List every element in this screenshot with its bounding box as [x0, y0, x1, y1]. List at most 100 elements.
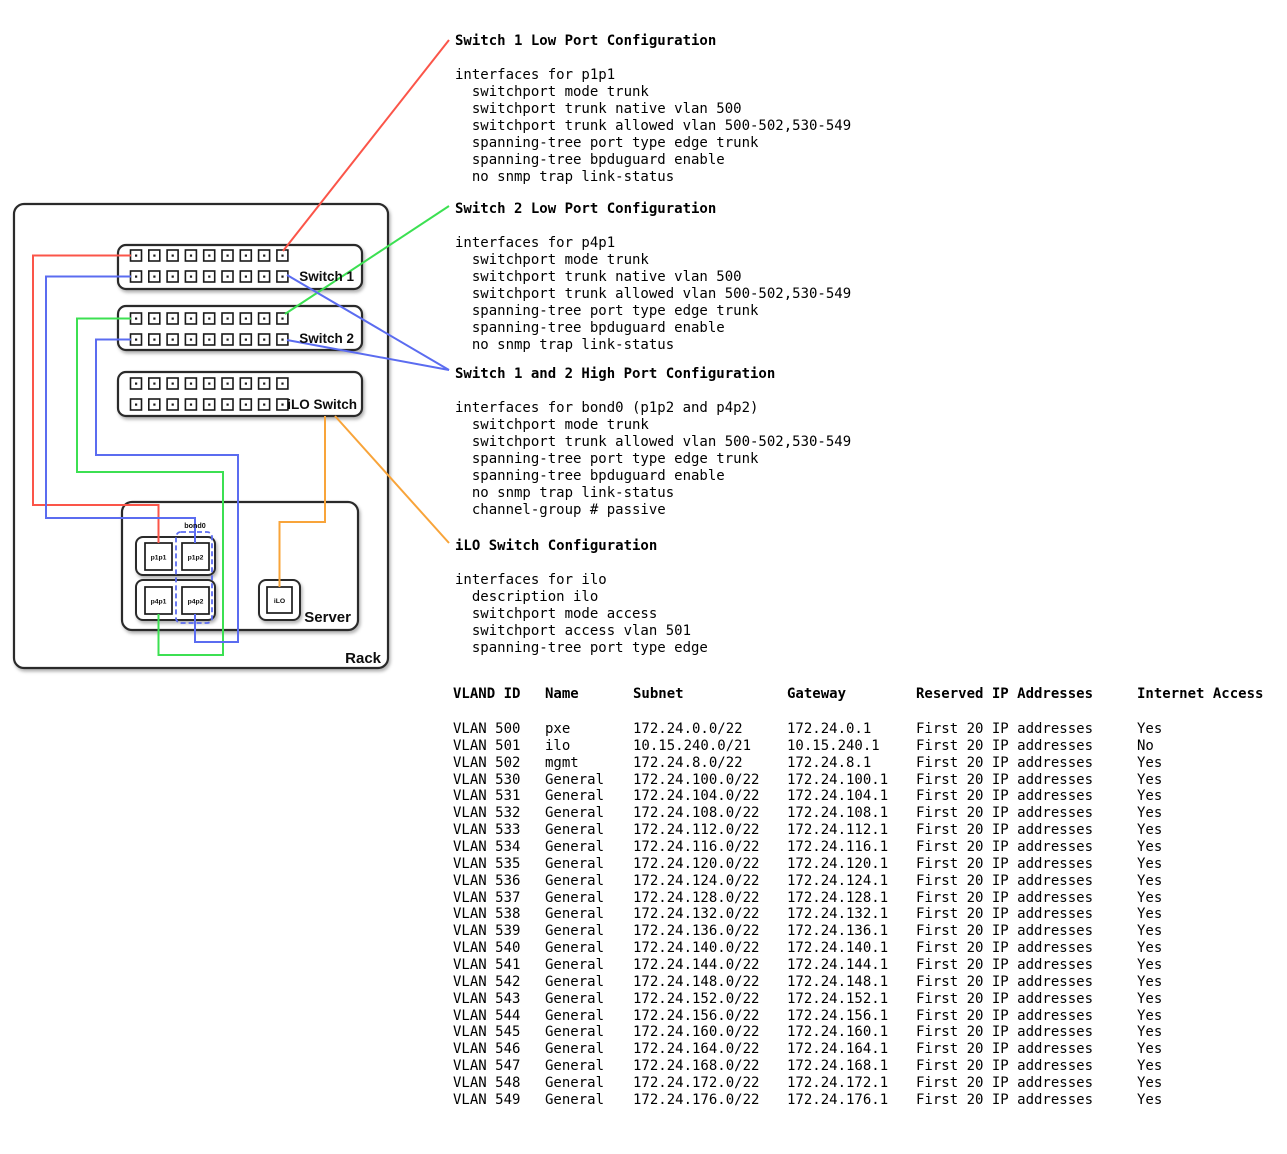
switch-port-dot [172, 255, 174, 257]
column-header: Internet Access [1137, 686, 1263, 703]
table-cell: VLAN 531 [453, 788, 545, 805]
config-lines: interfaces for ilo description ilo switc… [455, 572, 708, 657]
switch-port-dot [245, 339, 247, 341]
table-cell: VLAN 544 [453, 1008, 545, 1025]
table-cell: 172.24.0.0/22 [633, 721, 787, 738]
table-cell: 172.24.0.1 [787, 721, 916, 738]
switch-port-dot [190, 383, 192, 385]
switch-port-dot [135, 276, 137, 278]
table-cell: First 20 IP addresses [916, 755, 1137, 772]
switch-port-dot [190, 318, 192, 320]
table-cell: Yes [1137, 755, 1263, 772]
port-p1p2-label: p1p2 [188, 555, 204, 562]
switch-port-dot [227, 383, 229, 385]
switch-port-dot [263, 276, 265, 278]
config-title: Switch 2 Low Port Configuration [455, 201, 851, 218]
table-cell: VLAN 533 [453, 822, 545, 839]
table-cell: First 20 IP addresses [916, 805, 1137, 822]
table-cell: VLAN 532 [453, 805, 545, 822]
table-cell: General [545, 873, 633, 890]
table-row: VLAN 542General172.24.148.0/22172.24.148… [453, 974, 1263, 991]
table-cell: General [545, 940, 633, 957]
table-cell: First 20 IP addresses [916, 1008, 1137, 1025]
switch-port-dot [245, 383, 247, 385]
table-cell: 172.24.124.0/22 [633, 873, 787, 890]
switch-port-dot [245, 404, 247, 406]
table-row: VLAN 537General172.24.128.0/22172.24.128… [453, 890, 1263, 907]
table-cell: 172.24.112.1 [787, 822, 916, 839]
table-cell: Yes [1137, 923, 1263, 940]
switch-port-dot [172, 339, 174, 341]
config-block-switch1-low: Switch 1 Low Port Configuration interfac… [455, 33, 851, 186]
table-cell: No [1137, 738, 1263, 755]
table-cell: VLAN 548 [453, 1075, 545, 1092]
switch1-label: Switch 1 [299, 269, 354, 284]
table-row: VLAN 540General172.24.140.0/22172.24.140… [453, 940, 1263, 957]
table-row: VLAN 544General172.24.156.0/22172.24.156… [453, 1008, 1263, 1025]
table-cell: First 20 IP addresses [916, 1075, 1137, 1092]
table-cell: VLAN 535 [453, 856, 545, 873]
table-cell: 172.24.160.1 [787, 1024, 916, 1041]
table-row: VLAN 543General172.24.152.0/22172.24.152… [453, 991, 1263, 1008]
table-cell: First 20 IP addresses [916, 1024, 1137, 1041]
table-cell: VLAN 534 [453, 839, 545, 856]
column-header: Gateway [787, 686, 916, 703]
switch-port-dot [153, 339, 155, 341]
switch-port-dot [245, 318, 247, 320]
switch-port-dot [135, 383, 137, 385]
table-cell: 172.24.176.0/22 [633, 1092, 787, 1109]
table-cell: VLAN 541 [453, 957, 545, 974]
table-cell: 172.24.128.0/22 [633, 890, 787, 907]
switch-port-dot [227, 339, 229, 341]
table-cell: 172.24.148.1 [787, 974, 916, 991]
table-cell: VLAN 536 [453, 873, 545, 890]
table-cell: 172.24.156.1 [787, 1008, 916, 1025]
rack-label: Rack [345, 650, 382, 667]
config-block-high-port: Switch 1 and 2 High Port Configuration i… [455, 366, 851, 519]
table-cell: First 20 IP addresses [916, 721, 1137, 738]
table-cell: Yes [1137, 805, 1263, 822]
switch-port-dot [190, 339, 192, 341]
table-cell: General [545, 1092, 633, 1109]
table-cell: 172.24.120.1 [787, 856, 916, 873]
switch-port-dot [263, 339, 265, 341]
table-cell: First 20 IP addresses [916, 839, 1137, 856]
table-cell: 172.24.108.0/22 [633, 805, 787, 822]
table-cell: General [545, 772, 633, 789]
table-cell: VLAN 500 [453, 721, 545, 738]
table-cell: Yes [1137, 1058, 1263, 1075]
table-cell: 172.24.8.0/22 [633, 755, 787, 772]
table-cell: VLAN 537 [453, 890, 545, 907]
table-row: VLAN 533General172.24.112.0/22172.24.112… [453, 822, 1263, 839]
table-cell: First 20 IP addresses [916, 974, 1137, 991]
table-row: VLAN 549General172.24.176.0/22172.24.176… [453, 1092, 1263, 1109]
table-cell: VLAN 539 [453, 923, 545, 940]
table-cell: Yes [1137, 906, 1263, 923]
table-cell: 172.24.160.0/22 [633, 1024, 787, 1041]
network-doc-canvas: Switch 1 Switch 2 iLO Switch Server Rack… [0, 0, 1287, 1154]
config-title: iLO Switch Configuration [455, 538, 708, 555]
table-cell: Yes [1137, 839, 1263, 856]
table-cell: Yes [1137, 856, 1263, 873]
switch-port-dot [190, 276, 192, 278]
table-cell: Yes [1137, 1008, 1263, 1025]
table-cell: First 20 IP addresses [916, 856, 1137, 873]
table-cell: Yes [1137, 1092, 1263, 1109]
table-cell: 172.24.8.1 [787, 755, 916, 772]
table-cell: General [545, 890, 633, 907]
switch-port-dot [208, 404, 210, 406]
table-cell: First 20 IP addresses [916, 1092, 1137, 1109]
switch-port-dot [135, 404, 137, 406]
table-row: VLAN 541General172.24.144.0/22172.24.144… [453, 957, 1263, 974]
switch-port-dot [208, 339, 210, 341]
table-cell: 172.24.148.0/22 [633, 974, 787, 991]
table-cell: First 20 IP addresses [916, 1058, 1137, 1075]
table-cell: General [545, 1058, 633, 1075]
table-cell: 172.24.152.0/22 [633, 991, 787, 1008]
table-cell: First 20 IP addresses [916, 890, 1137, 907]
table-cell: 10.15.240.0/21 [633, 738, 787, 755]
table-cell: Yes [1137, 1024, 1263, 1041]
table-cell: General [545, 788, 633, 805]
table-cell: VLAN 540 [453, 940, 545, 957]
switch-port-dot [153, 276, 155, 278]
